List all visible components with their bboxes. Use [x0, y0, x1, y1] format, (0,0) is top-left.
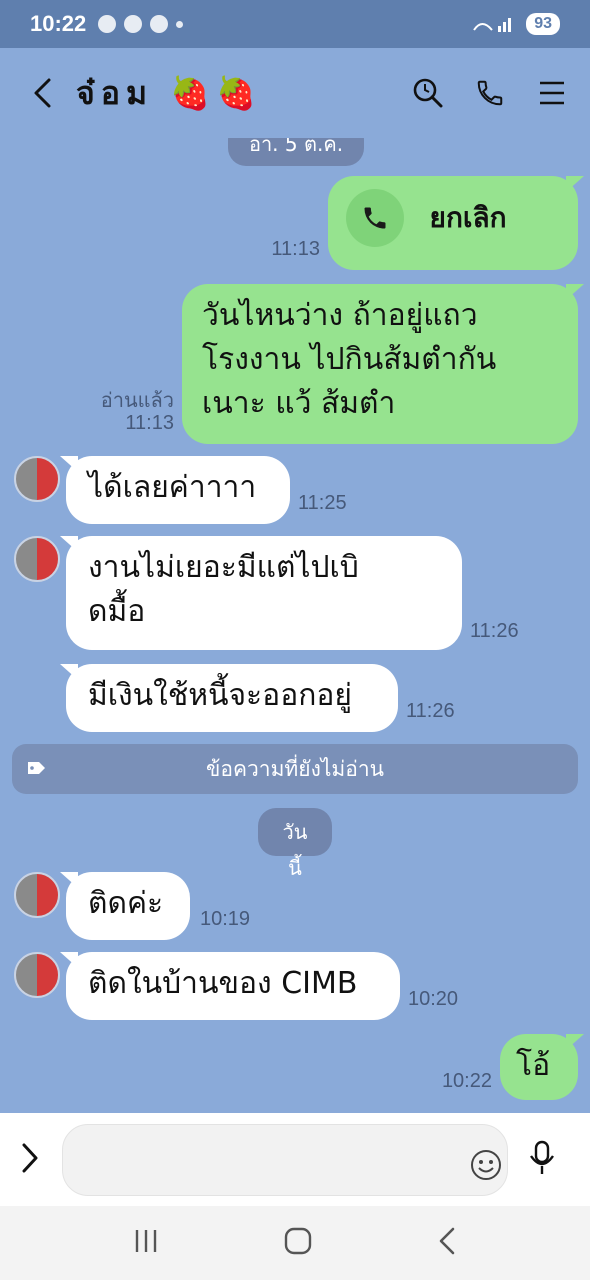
- status-time: 10:22: [30, 11, 87, 36]
- message-time: 10:22: [441, 1070, 492, 1092]
- status-bar: 10:22 93: [0, 0, 590, 48]
- back-button[interactable]: [22, 73, 62, 113]
- menu-button[interactable]: [536, 77, 568, 109]
- call-button[interactable]: [474, 77, 506, 109]
- message-line: โรงงาน ไปกินส้มตำกัน: [202, 342, 497, 377]
- emoji-icon: [471, 1150, 501, 1180]
- recents-icon: [135, 1230, 156, 1252]
- recents-button[interactable]: [133, 1228, 159, 1258]
- search-button[interactable]: [412, 77, 444, 109]
- message-time: 11:13: [125, 412, 174, 434]
- phone-icon: [477, 80, 503, 106]
- battery-indicator: 93: [526, 13, 560, 35]
- unread-label: ข้อความที่ยังไม่อ่าน: [205, 756, 384, 781]
- line-notification-icon: [98, 15, 117, 33]
- incoming-message[interactable]: ติดค่ะ: [60, 872, 190, 940]
- call-label: ยกเลิก: [429, 201, 507, 234]
- date-separator-today: วันนี้: [258, 808, 332, 880]
- screenshot-icon: [150, 15, 169, 33]
- home-icon: [284, 1227, 312, 1255]
- home-button[interactable]: [284, 1227, 312, 1259]
- message-line: วันไหนว่าง ถ้าอยู่แถว: [202, 298, 478, 333]
- nav-back-icon: [440, 1227, 455, 1255]
- call-message[interactable]: ยกเลิก: [328, 176, 584, 270]
- system-nav-bar: [0, 1206, 590, 1280]
- message-time: 11:13: [271, 238, 320, 260]
- incoming-message[interactable]: ได้เลยค่าาาา: [60, 456, 290, 524]
- back-icon: [34, 78, 51, 108]
- message-line: เนาะ แว้ ส้มตำ: [202, 386, 396, 421]
- tag-icon: [28, 762, 45, 774]
- menu-icon: [540, 81, 564, 105]
- message-time: 10:20: [408, 988, 459, 1010]
- app-notification-icon: [124, 15, 143, 33]
- outgoing-message[interactable]: โอ้: [500, 1034, 584, 1100]
- avatar[interactable]: [14, 456, 60, 502]
- outgoing-message[interactable]: วันไหนว่าง ถ้าอยู่แถว โรงงาน ไปกินส้มตำก…: [182, 284, 584, 444]
- message-time: 11:25: [298, 492, 347, 514]
- message-time: 11:26: [470, 620, 519, 642]
- search-icon: [413, 78, 443, 108]
- avatar[interactable]: [14, 536, 60, 582]
- emoji-button[interactable]: [470, 1149, 578, 1185]
- avatar[interactable]: [14, 872, 60, 918]
- incoming-message[interactable]: มีเงินใช้หนี้จะออกอยู่: [60, 664, 398, 732]
- incoming-message[interactable]: งานไม่เยอะมีแต่ไปเบิ ดมื้อ: [60, 536, 462, 650]
- avatar[interactable]: [14, 952, 60, 998]
- expand-button[interactable]: [20, 1142, 40, 1178]
- date-separator: อา. 5 ต.ค.: [228, 138, 364, 166]
- message-line: ดมื้อ: [88, 594, 146, 629]
- more-notifications-icon: [176, 20, 184, 28]
- message-time: 11:26: [406, 700, 455, 722]
- message-line: งานไม่เยอะมีแต่ไปเบิ: [88, 550, 359, 585]
- unread-divider: ข้อความที่ยังไม่อ่าน: [12, 744, 578, 794]
- message-input-bar: [0, 1113, 590, 1206]
- phone-call-icon: [346, 189, 404, 247]
- system-back-button[interactable]: [437, 1226, 457, 1260]
- signal-icon: [473, 18, 512, 32]
- status-notification-icons: [98, 15, 184, 33]
- message-list[interactable]: อา. 5 ต.ค. ยกเลิก 11:13 วันไหนว่าง ถ้าอย…: [0, 138, 590, 1113]
- chat-title: จ๋อม 🍓🍓: [76, 73, 262, 112]
- chat-header: จ๋อม 🍓🍓: [0, 48, 590, 138]
- expand-icon: [22, 1143, 38, 1172]
- message-time: 10:19: [200, 908, 251, 930]
- incoming-message[interactable]: ติดในบ้านของ CIMB: [60, 952, 400, 1020]
- message-input[interactable]: [62, 1123, 508, 1196]
